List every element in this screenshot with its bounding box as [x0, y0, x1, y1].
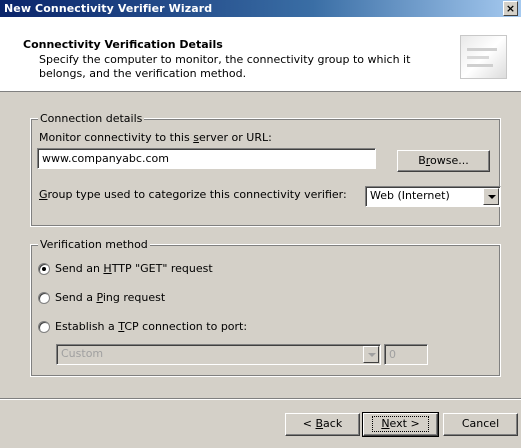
- group-type-select[interactable]: Web (Internet): [365, 186, 501, 207]
- radio-checked-icon[interactable]: [38, 263, 50, 275]
- port-type-select: Custom: [56, 344, 381, 365]
- port-number-input: 0: [384, 344, 428, 365]
- back-button[interactable]: < Back: [285, 413, 360, 436]
- connection-details-label: Connection details: [38, 112, 145, 125]
- chevron-down-icon: [363, 346, 379, 363]
- chevron-down-icon[interactable]: [483, 188, 499, 205]
- group-type-value: Web (Internet): [370, 189, 450, 202]
- page-title: Connectivity Verification Details: [23, 38, 223, 51]
- wizard-header-image: [460, 35, 507, 79]
- cancel-button[interactable]: Cancel: [443, 413, 518, 436]
- browse-button[interactable]: Browse...: [397, 150, 490, 172]
- next-button[interactable]: Next >: [362, 412, 439, 437]
- verification-method-label: Verification method: [38, 238, 150, 251]
- radio-unchecked-icon[interactable]: [38, 292, 50, 304]
- wizard-header: Connectivity Verification Details Specif…: [0, 17, 521, 92]
- tcp-label: Establish a TCP connection to port:: [55, 320, 248, 333]
- http-get-label: Send an HTTP "GET" request: [55, 262, 213, 275]
- footer-separator: [0, 398, 521, 400]
- close-icon[interactable]: ×: [503, 1, 518, 16]
- ping-label: Send a Ping request: [55, 291, 166, 304]
- port-type-value: Custom: [61, 347, 104, 360]
- monitor-label: Monitor connectivity to this server or U…: [39, 131, 272, 144]
- radio-unchecked-icon[interactable]: [38, 321, 50, 333]
- server-url-input[interactable]: www.companyabc.com: [37, 148, 376, 169]
- title-bar: New Connectivity Verifier Wizard ×: [0, 0, 521, 17]
- page-description: Specify the computer to monitor, the con…: [39, 53, 411, 80]
- window-title: New Connectivity Verifier Wizard: [4, 2, 213, 15]
- group-type-label: Group type used to categorize this conne…: [39, 188, 347, 201]
